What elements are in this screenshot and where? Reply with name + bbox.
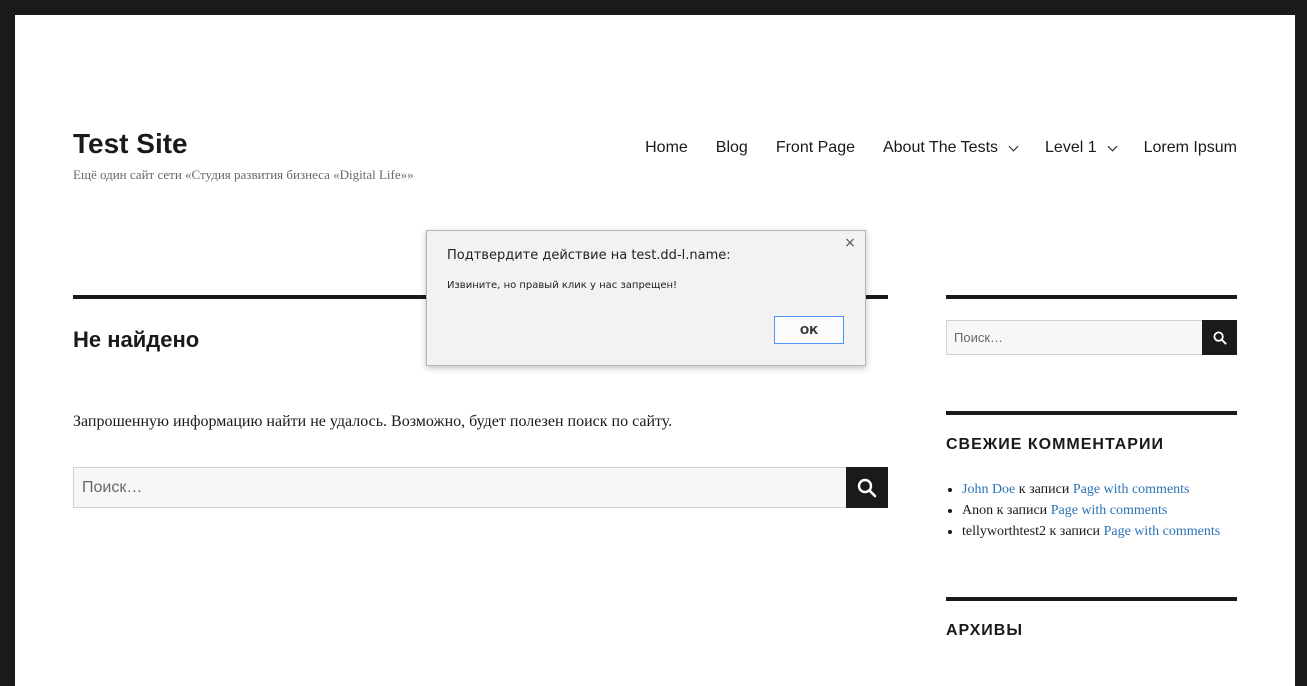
nav-item-label: Front Page bbox=[775, 139, 855, 156]
comment-author: tellyworthtest2 bbox=[962, 524, 1046, 539]
nav-item-level-1[interactable]: Level 1 bbox=[1031, 138, 1130, 158]
dialog-title: Подтвердите действие на test.dd-l.name: bbox=[447, 248, 731, 263]
list-item: John Doe к записи Page with comments bbox=[962, 479, 1220, 500]
search-button[interactable] bbox=[846, 467, 888, 508]
nav-item-label: Blog bbox=[715, 139, 748, 156]
main-search-form: Поиск… bbox=[73, 467, 888, 508]
dialog-message: Извините, но правый клик у нас запрещен! bbox=[447, 280, 678, 291]
sidebar-divider bbox=[946, 411, 1237, 415]
site-description: Ещё один сайт сети «Студия развития бизн… bbox=[73, 167, 414, 182]
comment-post-link[interactable]: Page with comments bbox=[1051, 503, 1168, 518]
comment-joiner: к записи bbox=[1015, 482, 1073, 497]
close-icon[interactable]: × bbox=[843, 236, 857, 250]
search-placeholder: Поиск… bbox=[954, 330, 1004, 345]
page-title: Не найдено bbox=[73, 327, 200, 352]
search-icon bbox=[1212, 330, 1227, 345]
search-icon bbox=[857, 478, 877, 497]
comment-joiner: к записи bbox=[1046, 524, 1104, 539]
nav-item-label: Home bbox=[645, 139, 688, 156]
recent-comments-title: СВЕЖИЕ КОММЕНТАРИИ bbox=[946, 436, 1164, 453]
nav-item-lorem-ipsum[interactable]: Lorem Ipsum bbox=[1130, 138, 1237, 158]
chevron-down-icon[interactable] bbox=[1107, 141, 1118, 151]
search-placeholder: Поиск… bbox=[82, 478, 143, 496]
nav-item-label: About The Tests bbox=[882, 139, 999, 156]
sidebar-divider bbox=[946, 295, 1237, 299]
sidebar-search-form: Поиск… bbox=[946, 320, 1237, 355]
nav-item-home[interactable]: Home bbox=[631, 138, 702, 158]
nav-item-about-the-tests[interactable]: About The Tests bbox=[869, 138, 1031, 158]
comment-author-link[interactable]: John Doe bbox=[962, 482, 1015, 497]
list-item: tellyworthtest2 к записи Page with comme… bbox=[962, 521, 1220, 542]
comment-joiner: к записи bbox=[993, 503, 1051, 518]
search-input[interactable]: Поиск… bbox=[73, 467, 846, 508]
recent-comments-list: John Doe к записи Page with comments Ano… bbox=[946, 479, 1220, 542]
comment-author: Anon bbox=[962, 503, 994, 518]
ok-button[interactable]: ОК bbox=[774, 316, 844, 344]
main-nav: Home Blog Front Page About The Tests Lev… bbox=[631, 138, 1237, 158]
sidebar-search-button[interactable] bbox=[1202, 320, 1237, 355]
sidebar-search-input[interactable]: Поиск… bbox=[946, 320, 1202, 355]
chevron-down-icon[interactable] bbox=[1008, 141, 1019, 151]
nav-item-blog[interactable]: Blog bbox=[702, 138, 762, 158]
comment-post-link[interactable]: Page with comments bbox=[1104, 524, 1221, 539]
nav-item-label: Level 1 bbox=[1045, 139, 1097, 156]
comment-post-link[interactable]: Page with comments bbox=[1073, 482, 1190, 497]
nav-item-front-page[interactable]: Front Page bbox=[762, 138, 869, 158]
nav-item-label: Lorem Ipsum bbox=[1143, 139, 1237, 156]
confirm-dialog: × Подтвердите действие на test.dd-l.name… bbox=[426, 230, 866, 366]
site-title[interactable]: Test Site bbox=[73, 127, 188, 161]
list-item: Anon к записи Page with comments bbox=[962, 500, 1220, 521]
not-found-message: Запрошенную информацию найти не удалось.… bbox=[73, 413, 673, 430]
sidebar-divider bbox=[946, 597, 1237, 601]
archives-title: АРХИВЫ bbox=[946, 622, 1024, 639]
